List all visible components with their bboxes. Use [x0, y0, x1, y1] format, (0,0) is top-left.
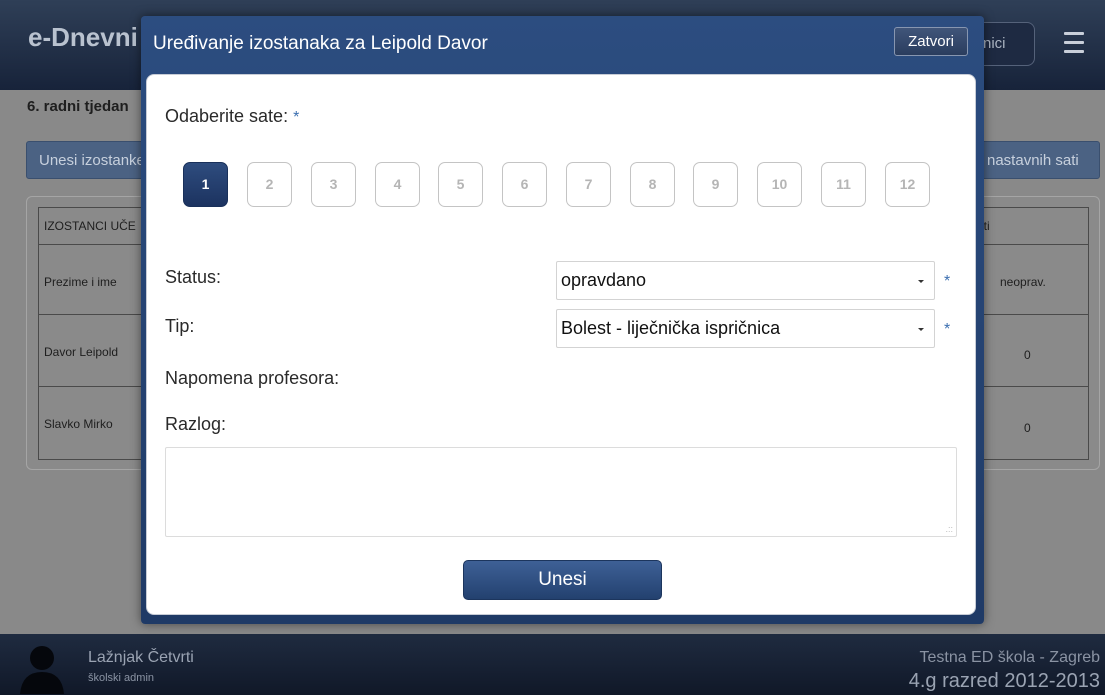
select-hours-label: Odaberite sate: *: [165, 106, 299, 127]
table-header-cell: IZOSTANCI UČE: [38, 207, 148, 245]
reason-label: Razlog:: [165, 414, 227, 434]
hour-button-9[interactable]: 9: [693, 162, 738, 207]
status-select[interactable]: opravdano: [556, 261, 935, 300]
required-marker: *: [293, 109, 300, 126]
hour-button-7[interactable]: 7: [566, 162, 611, 207]
table-row-value: 0: [971, 386, 1089, 460]
hour-button-10[interactable]: 10: [757, 162, 802, 207]
edit-absences-dialog: Uređivanje izostanaka za Leipold Davor Z…: [141, 16, 984, 624]
hour-button-6[interactable]: 6: [502, 162, 547, 207]
user-role: školski admin: [88, 672, 155, 684]
type-label: Tip:: [165, 316, 195, 336]
dialog-title: Uređivanje izostanaka za Leipold Davor: [153, 33, 488, 54]
week-title: 6. radni tjedan: [27, 98, 129, 115]
table-column-header: Prezime i ime: [38, 244, 148, 315]
user-avatar-icon: [20, 646, 64, 694]
school-name: Testna ED škola - Zagreb: [919, 649, 1100, 666]
user-name: Lažnjak Četvrti: [88, 649, 194, 666]
select-hours-label-text: Odaberite sate:: [165, 106, 289, 126]
type-select[interactable]: Bolest - liječnička ispričnica: [556, 309, 935, 348]
status-select-value: opravdano: [561, 270, 647, 290]
hour-button-4[interactable]: 4: [375, 162, 420, 207]
teacher-note-label: Napomena profesora:: [165, 368, 340, 388]
required-marker: *: [944, 273, 951, 290]
hour-button-12[interactable]: 12: [885, 162, 930, 207]
resize-handle-icon[interactable]: .::: [945, 524, 953, 534]
table-row-value: 0: [971, 314, 1089, 387]
app-brand[interactable]: e-Dnevni: [28, 22, 138, 53]
footer: Lažnjak Četvrti školski admin Testna ED …: [0, 634, 1105, 695]
table-column-header: neoprav.: [971, 244, 1089, 315]
hamburger-menu-icon[interactable]: [1064, 26, 1084, 56]
hour-button-11[interactable]: 11: [821, 162, 866, 207]
hour-button-2[interactable]: 2: [247, 162, 292, 207]
close-button[interactable]: Zatvori: [894, 27, 968, 56]
type-select-value: Bolest - liječnička ispričnica: [561, 318, 781, 338]
required-marker: *: [944, 321, 951, 338]
chevron-down-icon: [918, 328, 924, 331]
reason-textarea[interactable]: .::: [165, 447, 957, 537]
class-name: 4.g razred 2012-2013: [908, 670, 1100, 692]
table-header-cell: ati: [971, 207, 1089, 245]
hour-button-8[interactable]: 8: [630, 162, 675, 207]
submit-button[interactable]: Unesi: [463, 560, 662, 600]
hour-button-5[interactable]: 5: [438, 162, 483, 207]
dialog-body: Odaberite sate: * 1 2 3 4 5 6 7 8 9 10 11 12 Status…: [146, 74, 976, 615]
table-row-name: Slavko Mirko: [38, 386, 148, 460]
status-label: Status:: [165, 267, 222, 287]
table-row-name: Davor Leipold: [38, 314, 148, 387]
hour-button-1[interactable]: 1: [183, 162, 228, 207]
hour-button-3[interactable]: 3: [311, 162, 356, 207]
chevron-down-icon: [918, 280, 924, 283]
